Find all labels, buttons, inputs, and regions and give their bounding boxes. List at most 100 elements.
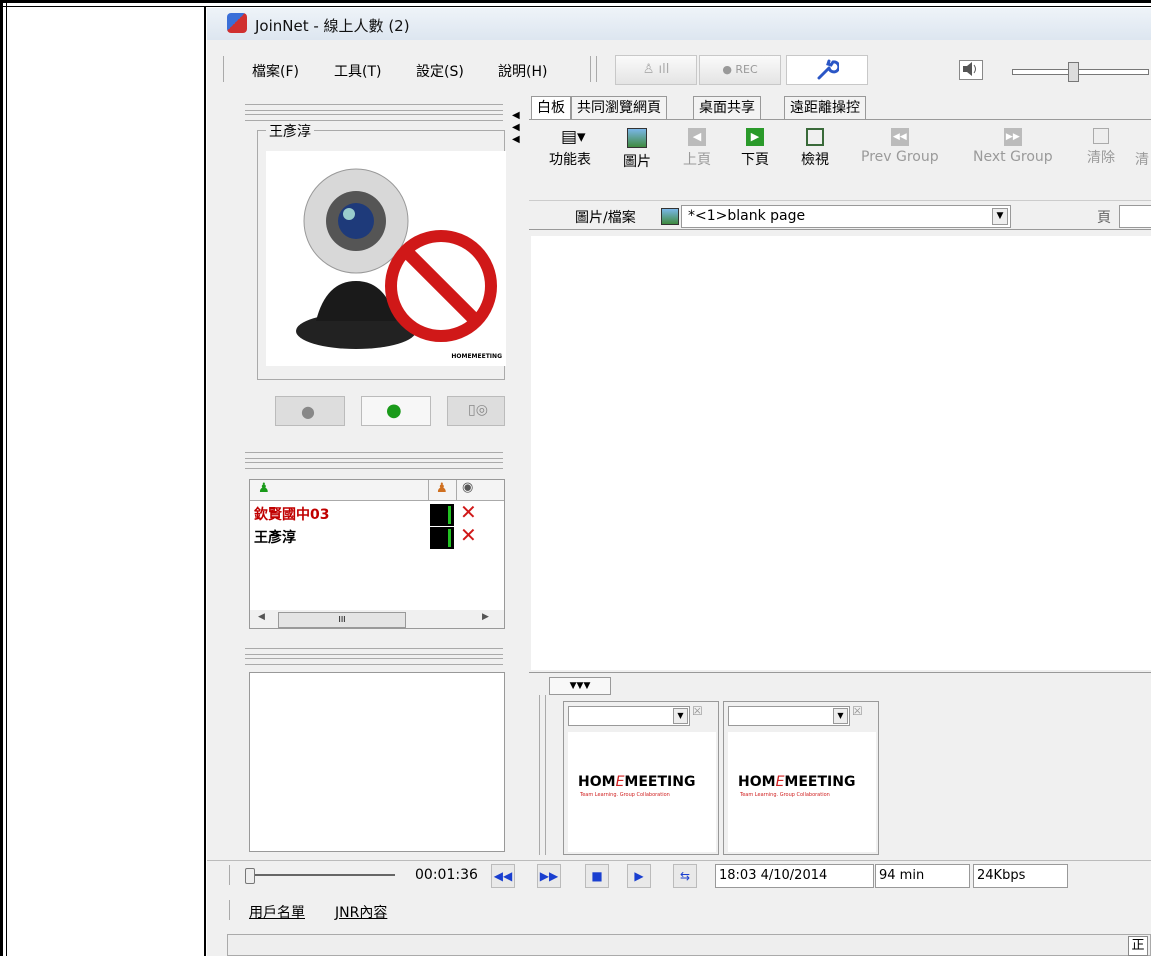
playback-bar: 00:01:36 ◀◀ ▶▶ ■ ▶ ⇆ 18:03 4/10/2014 94 …: [207, 860, 1151, 888]
next-page-button[interactable]: ▶ 下頁: [741, 128, 769, 169]
menu-tool-button[interactable]: ▤▾ 功能表: [549, 128, 591, 169]
menu-file[interactable]: 檔案(F): [252, 61, 299, 81]
tab-jnr-content[interactable]: JNR內容: [335, 902, 387, 922]
close-thumbnail-icon[interactable]: ☒: [692, 704, 703, 718]
tab-cobrowse[interactable]: 共同瀏覽網頁: [571, 96, 667, 119]
thumbnail-preview: HOMEMEETING Team Learning. Group Collabo…: [728, 732, 876, 852]
chevron-down-icon[interactable]: ▼: [992, 208, 1008, 225]
presenter-column-icon: ♟: [436, 481, 448, 496]
status-corner: 正: [1128, 936, 1148, 956]
chevron-down-icon[interactable]: ▼: [833, 708, 848, 724]
scroll-left-icon[interactable]: ◀: [258, 612, 265, 622]
file-bar: 圖片/檔案 *<1>blank page ▼ 頁: [529, 200, 1151, 230]
bottom-tabs: 用戶名單 JNR內容: [207, 896, 1151, 926]
return-button[interactable]: ⇆: [673, 864, 697, 888]
logo-tagline: Team Learning. Group Collaboration: [580, 792, 670, 798]
user-camera-icon: ●: [386, 400, 402, 421]
thumbnail-preview: HOMEMEETING Team Learning. Group Collabo…: [568, 732, 716, 852]
logo-tagline: Team Learning. Group Collaboration: [740, 792, 830, 798]
audio-level-meter: [430, 504, 454, 526]
remove-user-icon[interactable]: ✕: [460, 500, 477, 524]
whiteboard-canvas[interactable]: [531, 236, 1151, 670]
rewind-button[interactable]: ◀◀: [491, 864, 515, 888]
scrollbar-thumb[interactable]: III: [278, 612, 406, 628]
user-row-name[interactable]: 王彥淳: [254, 527, 296, 547]
next-group-icon: ▶▶: [1003, 128, 1022, 146]
whiteboard-area: 白板 共同瀏覽網頁 桌面共享 遠距離操控 ▤▾ 功能表 圖片 ◀ 上頁 ▶ 下頁: [529, 96, 1151, 866]
page-input[interactable]: [1119, 205, 1151, 228]
elapsed-time: 00:01:36: [415, 867, 478, 883]
video-user-name: 王彥淳: [266, 121, 314, 141]
prev-group-button[interactable]: ◀◀ Prev Group: [861, 128, 939, 165]
wrench-icon: [817, 59, 841, 80]
thumbnail-select[interactable]: ▼: [728, 706, 850, 726]
clear-all-button[interactable]: 清: [1135, 128, 1149, 169]
left-column: ◀ ◀ ◀ 王彥淳 HOMEMEETING ● ● ▯◎ ♟ ♟ ◉ 欽賢國中0…: [237, 100, 520, 860]
play-button[interactable]: ▶: [627, 864, 651, 888]
playback-slider-thumb[interactable]: [245, 868, 255, 884]
record-button[interactable]: ● REC: [699, 55, 781, 85]
user-column-icon: ♟: [258, 481, 270, 496]
remove-user-icon[interactable]: ✕: [460, 523, 477, 547]
next-group-button[interactable]: ▶▶ Next Group: [973, 128, 1053, 165]
close-thumbnail-icon[interactable]: ☒: [852, 704, 863, 718]
homemeeting-logo: HOMEMEETING: [738, 774, 856, 790]
bitrate: 24Kbps: [973, 864, 1068, 888]
volume-slider-thumb[interactable]: [1068, 62, 1079, 82]
clipboard-menu-icon: ▤▾: [561, 127, 586, 147]
fast-forward-icon: ▶▶: [539, 869, 559, 883]
thumbnail-select[interactable]: ▼: [568, 706, 690, 726]
title-bar: JoinNet - 線上人數 (2): [207, 8, 1151, 40]
video-panel: 王彥淳 HOMEMEETING: [257, 121, 506, 380]
speaker-icon[interactable]: [959, 60, 983, 80]
tab-bar: 白板 共同瀏覽網頁 桌面共享 遠距離操控: [529, 96, 1151, 120]
scroll-right-icon[interactable]: ▶: [482, 612, 489, 622]
tab-whiteboard[interactable]: 白板: [531, 96, 571, 119]
view-icon: [806, 128, 824, 146]
picture-icon: [627, 128, 647, 148]
chevron-down-icon[interactable]: ▼: [673, 708, 688, 724]
chat-box[interactable]: [249, 672, 505, 852]
webcam-column-icon: ◉: [462, 480, 474, 495]
picture-tool-button[interactable]: 圖片: [623, 128, 651, 171]
menu-tools[interactable]: 工具(T): [334, 61, 381, 81]
panel-grip[interactable]: [245, 104, 503, 111]
stop-button[interactable]: ■: [585, 864, 609, 888]
clear-button[interactable]: 清除: [1087, 128, 1115, 167]
video-off-button[interactable]: ●: [275, 396, 345, 426]
fast-forward-button[interactable]: ▶▶: [537, 864, 561, 888]
thumbnail-card[interactable]: ▼ ☒ HOMEMEETING Team Learning. Group Col…: [563, 701, 719, 855]
horizontal-scrollbar[interactable]: ◀ III ▶: [250, 610, 504, 628]
webcam-view: HOMEMEETING: [266, 151, 506, 366]
menu-help[interactable]: 說明(H): [498, 61, 547, 81]
playback-slider[interactable]: [245, 868, 395, 884]
tab-desktop-share[interactable]: 桌面共享: [693, 96, 761, 119]
file-select[interactable]: *<1>blank page ▼: [681, 205, 1011, 228]
microphone-button[interactable]: ♙ ıll: [615, 55, 697, 85]
settings-wrench-button[interactable]: [786, 55, 868, 85]
video-user-button[interactable]: ●: [361, 396, 431, 426]
tab-remote-control[interactable]: 遠距離操控: [784, 96, 866, 119]
camera-device-icon: ▯◎: [468, 402, 488, 418]
view-tool-button[interactable]: 檢視: [801, 128, 829, 169]
collapse-arrows-icon[interactable]: ◀ ◀ ◀: [512, 110, 522, 165]
tab-user-list[interactable]: 用戶名單: [249, 902, 305, 922]
thumbnail-card[interactable]: ▼ ☒ HOMEMEETING Team Learning. Group Col…: [723, 701, 879, 855]
user-row-name[interactable]: 欽賢國中03: [254, 504, 329, 524]
video-logo: HOMEMEETING: [451, 353, 502, 360]
status-bar: 正: [227, 934, 1151, 956]
volume-slider[interactable]: [1012, 62, 1149, 82]
expand-thumbnails-button[interactable]: ▼▼▼: [549, 677, 611, 695]
prev-page-button[interactable]: ◀ 上頁: [683, 128, 711, 169]
rewind-icon: ◀◀: [493, 869, 513, 883]
next-page-icon: ▶: [746, 128, 764, 146]
video-screen-button[interactable]: ▯◎: [447, 396, 505, 426]
stop-icon: ■: [591, 869, 603, 883]
menu-settings[interactable]: 設定(S): [416, 61, 464, 81]
microphone-icon: ♙ ıll: [642, 62, 670, 77]
audio-level-meter: [430, 527, 454, 549]
page-label: 頁: [1097, 210, 1111, 226]
joinnet-window: JoinNet - 線上人數 (2) 檔案(F) 工具(T) 設定(S) 說明(…: [207, 8, 1151, 956]
user-list-header: ♟ ♟ ◉: [250, 480, 504, 501]
user-disabled-icon: ●: [301, 402, 315, 421]
